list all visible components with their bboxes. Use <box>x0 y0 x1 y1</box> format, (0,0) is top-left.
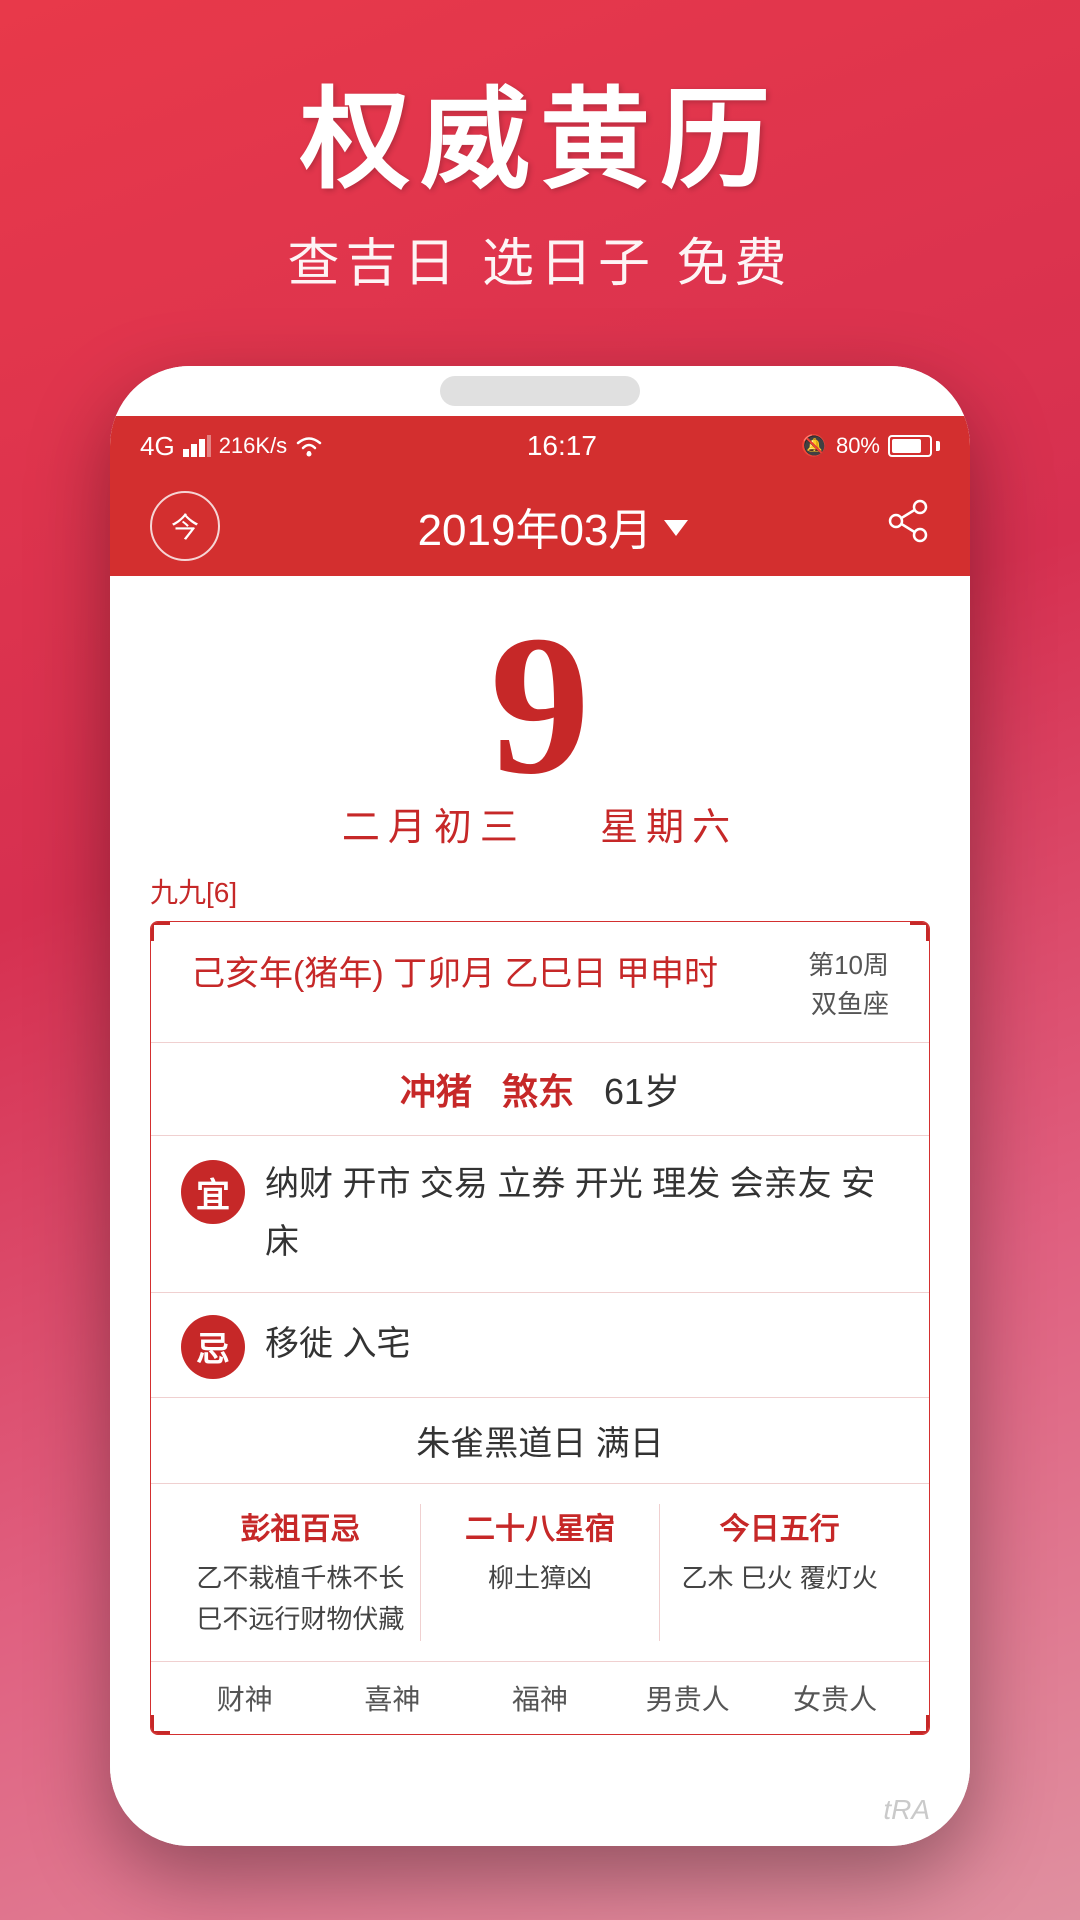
main-title: 权威黄历 <box>0 80 1080 201</box>
chong-text: 冲猪 <box>400 1071 472 1112</box>
jiujiu-label: 九九[6] <box>150 871 930 911</box>
wuxing-col: 今日五行 乙木 巳火 覆灯火 <box>660 1504 899 1641</box>
status-right: 🔕 80% <box>801 433 940 459</box>
god-nvguiren: 女贵人 <box>761 1678 909 1718</box>
wifi-icon <box>295 435 323 457</box>
promo-area: 权威黄历 查吉日 选日子 免费 <box>0 0 1080 296</box>
god-nanguiren: 男贵人 <box>614 1678 762 1718</box>
lunar-day: 二月初三 <box>342 807 526 849</box>
sha-text: 煞东 <box>502 1071 574 1112</box>
xiu-title: 二十八星宿 <box>465 1504 615 1548</box>
speed-text: 216K/s <box>219 433 288 459</box>
signal-text: 4G <box>140 431 175 462</box>
wuxing-content: 乙木 巳火 覆灯火 <box>681 1558 877 1600</box>
zhuri-text: 朱雀黑道日 满日 <box>416 1425 663 1463</box>
yi-row: 宜 纳财 开市 交易 立券 开光 理发 会亲友 安床 <box>151 1136 929 1293</box>
god-caishen: 财神 <box>171 1678 319 1718</box>
signal-icon <box>183 435 211 457</box>
watermark: tRA <box>883 1794 930 1826</box>
pengzu-line1: 乙不栽植千株不长 <box>196 1558 404 1600</box>
phone-notch <box>440 376 640 406</box>
lunar-date: 二月初三 星期六 <box>342 796 738 851</box>
ganzhi-text: 己亥年(猪年) 丁卯月 乙巳日 甲申时 <box>191 946 808 995</box>
phone-top-bar <box>110 366 970 416</box>
pengzu-col: 彭祖百忌 乙不栽植千株不长 巳不远行财物伏藏 <box>181 1504 421 1641</box>
battery-pct: 80% <box>836 433 880 459</box>
day-number: 9 <box>490 606 590 806</box>
week-info: 第10周 双鱼座 <box>808 946 889 1024</box>
yi-content: 纳财 开市 交易 立券 开光 理发 会亲友 安床 <box>265 1156 899 1272</box>
sub-title: 查吉日 选日子 免费 <box>0 221 1080 296</box>
dropdown-arrow-icon <box>664 520 688 536</box>
app-header: 今 2019年03月 <box>110 476 970 576</box>
god-fushen: 福神 <box>466 1678 614 1718</box>
weekday: 星期六 <box>600 807 738 849</box>
phone-mockup: 4G 216K/s 16:17 🔕 80% <box>110 366 970 1846</box>
xiu-col: 二十八星宿 柳土獐凶 <box>421 1504 661 1641</box>
content-area: 9 二月初三 星期六 九九[6] 己亥年(猪年) 丁卯月 乙巳日 甲申时 <box>110 576 970 1846</box>
today-button[interactable]: 今 <box>150 491 220 561</box>
ji-label: 忌 <box>196 1322 230 1371</box>
ji-badge: 忌 <box>181 1315 245 1379</box>
calendar-info: 九九[6] 己亥年(猪年) 丁卯月 乙巳日 甲申时 第10周 双鱼座 冲猪 <box>110 871 970 1846</box>
yi-label: 宜 <box>196 1168 230 1217</box>
date-display: 9 二月初三 星期六 <box>110 576 970 871</box>
status-left: 4G 216K/s <box>140 431 323 462</box>
status-time: 16:17 <box>527 430 597 462</box>
age-text: 61岁 <box>604 1071 680 1112</box>
alert-icon: 🔕 <box>801 433 828 459</box>
pengzu-title: 彭祖百忌 <box>240 1504 360 1548</box>
xiu-content: 柳土獐凶 <box>488 1558 592 1600</box>
today-label: 今 <box>171 506 199 546</box>
yi-badge: 宜 <box>181 1160 245 1224</box>
gods-row: 财神 喜神 福神 男贵人 女贵人 <box>151 1662 929 1734</box>
bottom-info-row: 彭祖百忌 乙不栽植千株不长 巳不远行财物伏藏 二十八星宿 柳土獐凶 今日五行 乙… <box>151 1484 929 1662</box>
chong-row: 冲猪 煞东 61岁 <box>151 1043 929 1136</box>
battery-icon <box>888 435 940 457</box>
zhuri-row: 朱雀黑道日 满日 <box>151 1398 929 1484</box>
god-xishen: 喜神 <box>319 1678 467 1718</box>
share-button[interactable] <box>886 499 930 553</box>
ji-content: 移徙 入宅 <box>265 1316 899 1374</box>
zodiac-sign: 双鱼座 <box>808 985 889 1024</box>
month-selector[interactable]: 2019年03月 <box>418 494 689 558</box>
wuxing-title: 今日五行 <box>720 1504 840 1548</box>
status-bar: 4G 216K/s 16:17 🔕 80% <box>110 416 970 476</box>
pengzu-line2: 巳不远行财物伏藏 <box>196 1599 404 1641</box>
pengzu-content: 乙不栽植千株不长 巳不远行财物伏藏 <box>196 1558 404 1641</box>
ji-row: 忌 移徙 入宅 <box>151 1293 929 1398</box>
ganzhi-row: 己亥年(猪年) 丁卯月 乙巳日 甲申时 第10周 双鱼座 <box>151 922 929 1043</box>
month-display: 2019年03月 <box>418 494 653 558</box>
info-card: 己亥年(猪年) 丁卯月 乙巳日 甲申时 第10周 双鱼座 冲猪 煞东 61岁 宜 <box>150 921 930 1735</box>
week-number: 第10周 <box>808 946 889 985</box>
